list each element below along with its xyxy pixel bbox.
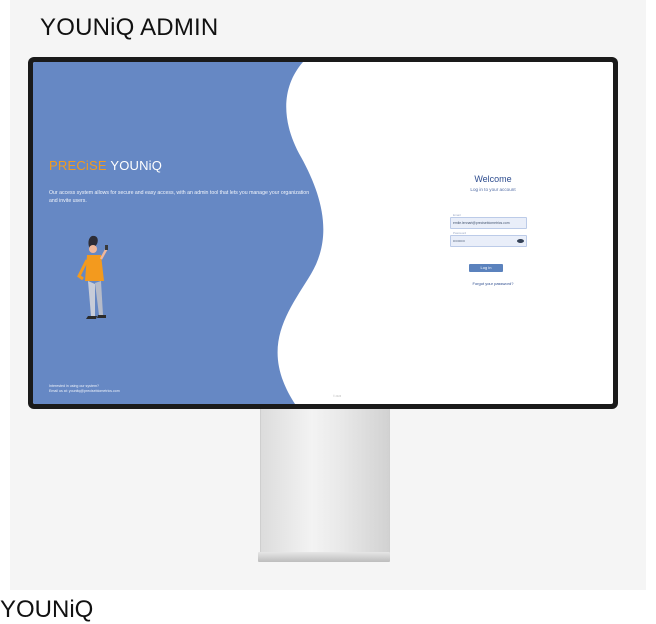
welcome-heading: Welcome	[474, 174, 512, 184]
brand-accent: PRECiSE	[49, 158, 107, 173]
password-value: ••••••••••	[453, 239, 465, 243]
eye-icon[interactable]	[517, 238, 524, 243]
password-field[interactable]: Password ••••••••••	[450, 231, 527, 247]
monitor: PRECiSE YOUNiQ Our access system allows …	[28, 57, 618, 409]
email-field[interactable]: Email emile.lennart@precisebiometrics.co…	[450, 213, 527, 229]
forgot-password-link[interactable]: Forgot your password?	[437, 281, 549, 286]
bottom-title: YOUNiQ	[0, 596, 94, 623]
brand-logo-text: PRECiSE YOUNiQ	[49, 158, 162, 173]
page-title: YOUNiQ ADMIN	[40, 14, 219, 41]
contact-info: Interested in using our system? Email us…	[49, 384, 120, 394]
password-label: Password	[453, 231, 467, 235]
welcome-subheading: Log in to your account	[470, 187, 516, 192]
email-value: emile.lennart@precisebiometrics.com	[453, 221, 510, 225]
brand-name: YOUNiQ	[106, 158, 163, 173]
intro-text: Our access system allows for secure and …	[49, 190, 310, 204]
blue-wave-panel	[33, 62, 324, 404]
monitor-screen: PRECiSE YOUNiQ Our access system allows …	[33, 62, 613, 404]
contact-line2[interactable]: Email us at: younitq@precisebiometrics.c…	[49, 389, 120, 394]
screen-footer: © 2023	[333, 395, 342, 398]
monitor-stand	[260, 408, 390, 554]
monitor-stand-base	[258, 552, 390, 562]
email-label: Email	[453, 213, 461, 217]
login-button[interactable]: Log in	[469, 264, 503, 272]
